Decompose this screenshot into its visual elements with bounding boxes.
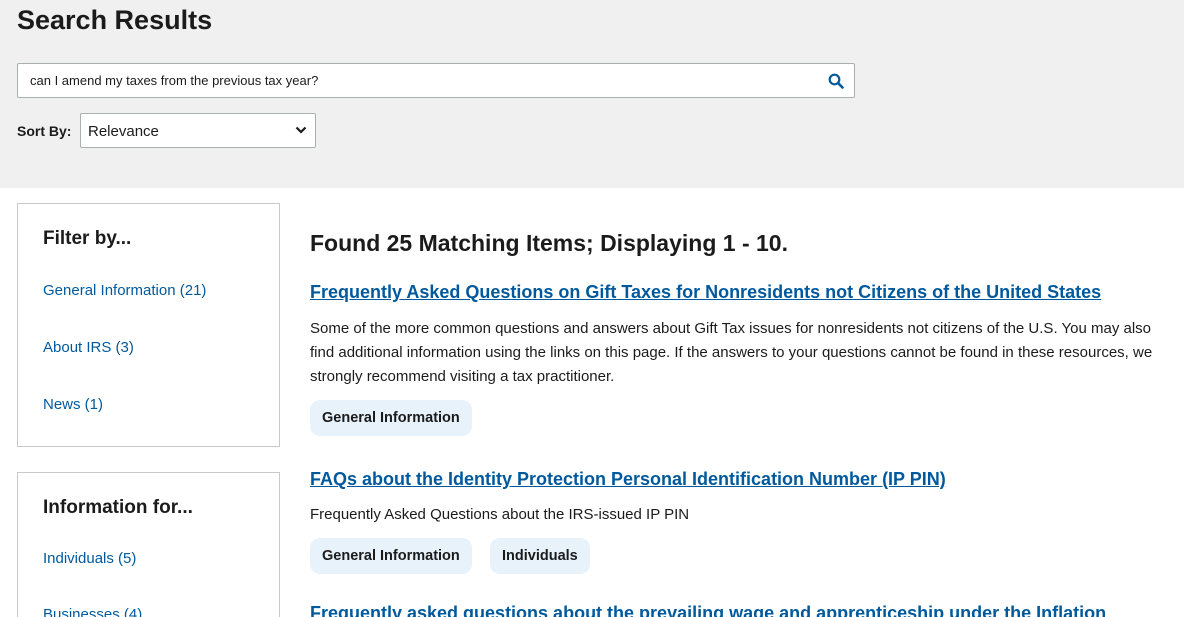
filter-news[interactable]: News (1)	[43, 396, 103, 413]
filter-by-panel: Filter by... General Information (21) Ab…	[17, 203, 280, 447]
chevron-down-icon	[295, 126, 307, 134]
search-icon	[828, 73, 844, 89]
page-title: Search Results	[17, 5, 213, 35]
result-title-link[interactable]: FAQs about the Identity Protection Perso…	[310, 469, 946, 490]
result-tag[interactable]: Individuals	[490, 538, 590, 574]
sort-select[interactable]: Relevance	[80, 113, 316, 148]
information-for-heading: Information for...	[43, 497, 193, 518]
search-box	[17, 63, 855, 98]
search-input[interactable]	[18, 64, 818, 97]
filter-individuals[interactable]: Individuals (5)	[43, 550, 136, 567]
search-header: Search Results Sort By: Relevance	[0, 0, 1184, 188]
result-description: Frequently Asked Questions about the IRS…	[310, 506, 690, 523]
result-tag[interactable]: General Information	[310, 538, 472, 574]
result-title-link[interactable]: Frequently asked questions about the pre…	[310, 603, 1106, 617]
result-description: Some of the more common questions and an…	[310, 320, 1153, 385]
information-for-panel: Information for... Individuals (5) Busin…	[17, 472, 280, 617]
search-button[interactable]	[818, 64, 854, 97]
filter-general-information[interactable]: General Information (21)	[43, 282, 206, 299]
results-count-heading: Found 25 Matching Items; Displaying 1 - …	[310, 230, 788, 256]
sort-selected-value: Relevance	[88, 123, 159, 140]
filter-by-heading: Filter by...	[43, 228, 132, 249]
result-title-link[interactable]: Frequently Asked Questions on Gift Taxes…	[310, 282, 1101, 303]
filter-businesses[interactable]: Businesses (4)	[43, 606, 142, 617]
result-tag[interactable]: General Information	[310, 400, 472, 436]
filter-about-irs[interactable]: About IRS (3)	[43, 339, 134, 356]
sort-label: Sort By:	[17, 123, 72, 139]
